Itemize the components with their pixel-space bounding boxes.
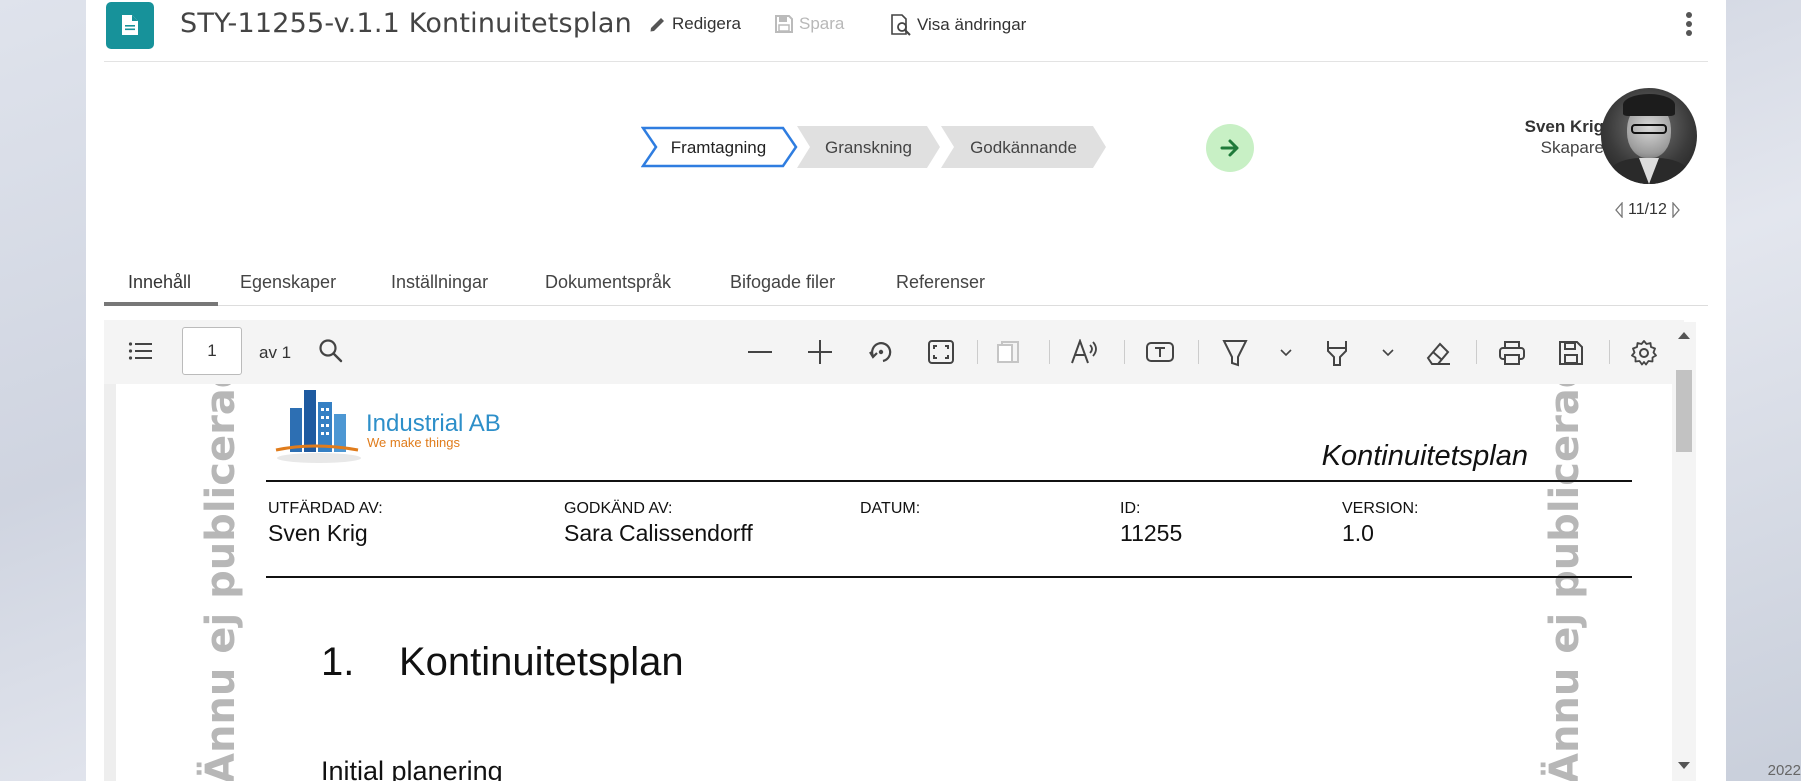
workflow-step-godkannande[interactable]: Godkännande (941, 126, 1106, 168)
arrow-right-icon (1220, 139, 1239, 157)
tab-egenskaper[interactable]: Egenskaper (240, 272, 336, 303)
chevron-left-icon[interactable] (1614, 202, 1624, 218)
eraser-icon[interactable] (1424, 340, 1452, 366)
text-box-icon[interactable] (1146, 340, 1174, 364)
viewer-scrollbar[interactable] (1672, 322, 1696, 781)
tab-bifogade-filer[interactable]: Bifogade filer (730, 272, 835, 303)
rotate-icon[interactable] (868, 339, 894, 365)
header-divider (266, 480, 1632, 482)
tab-innehall[interactable]: Innehåll (128, 272, 191, 303)
chevron-right-icon[interactable] (1671, 202, 1681, 218)
pdf-viewer: av 1 (104, 320, 1684, 781)
save-button[interactable]: Spara (774, 14, 844, 34)
page-title: STY-11255-v.1.1 Kontinuitetsplan (180, 8, 632, 39)
active-tab-indicator (104, 302, 218, 306)
save-button-label: Spara (799, 14, 845, 33)
highlighter-icon[interactable] (1222, 339, 1248, 367)
approved-by-value: Sara Calissendorff (564, 520, 753, 546)
version-label: VERSION: (1342, 500, 1419, 517)
workflow-step-granskning[interactable]: Granskning (797, 126, 940, 168)
id-value: 11255 (1120, 520, 1183, 546)
user-pager: 11/12 (1614, 201, 1681, 219)
section-number: 1. (321, 640, 355, 684)
approved-by-label: GODKÄND AV: (564, 500, 673, 517)
show-changes-label: Visa ändringar (917, 15, 1027, 34)
top-bar: STY-11255-v.1.1 Kontinuitetsplan Rediger… (104, 0, 1708, 62)
building-logo-icon (275, 390, 361, 463)
more-options-icon[interactable] (1684, 12, 1694, 38)
section-title: Kontinuitetsplan (399, 640, 684, 684)
page-view-icon (997, 341, 1019, 363)
show-changes-button[interactable]: Visa ändringar (890, 14, 1026, 36)
tab-referenser[interactable]: Referenser (896, 272, 985, 303)
user-name: Sven Krig (1524, 117, 1604, 136)
document-panel: STY-11255-v.1.1 Kontinuitetsplan Rediger… (86, 0, 1726, 781)
document-header-title: Kontinuitetsplan (1321, 440, 1528, 472)
workflow-step-framtagning[interactable]: Framtagning (641, 126, 798, 168)
scroll-thumb[interactable] (1676, 370, 1692, 452)
chevron-down-icon[interactable] (1382, 349, 1394, 357)
workflow-step-label: Framtagning (670, 138, 767, 157)
workflow-step-label: Granskning (825, 138, 912, 157)
scroll-up-icon[interactable] (1678, 332, 1690, 339)
edit-button-label: Redigera (672, 14, 741, 33)
zoom-in-icon[interactable] (808, 340, 832, 364)
issued-by-label: UTFÄRDAD AV: (268, 500, 383, 517)
document-icon (122, 15, 138, 35)
next-step-button[interactable] (1206, 124, 1254, 172)
meta-divider (266, 576, 1632, 578)
fit-page-icon[interactable] (928, 340, 954, 364)
outline-list-icon[interactable] (128, 341, 154, 361)
company-name: Industrial AB (366, 410, 501, 437)
scroll-down-icon[interactable] (1678, 762, 1690, 769)
id-label: ID: (1120, 500, 1141, 517)
chevron-down-icon[interactable] (1280, 349, 1292, 357)
issued-by-value: Sven Krig (268, 520, 368, 546)
floppy-disk-icon[interactable] (1558, 340, 1584, 366)
footer-year: 2022 (1767, 762, 1801, 779)
watermark-left: Ännu ej publicerad version (198, 384, 244, 781)
tab-installningar[interactable]: Inställningar (391, 272, 488, 303)
date-label: DATUM: (860, 500, 921, 517)
watermark-right: Ännu ej publicerad version (1542, 384, 1588, 781)
underline-marker-icon[interactable] (1324, 339, 1350, 367)
print-icon[interactable] (1498, 340, 1526, 366)
page-number-input[interactable] (182, 327, 242, 375)
avatar (1601, 88, 1697, 184)
edit-button[interactable]: Redigera (649, 14, 741, 34)
document-search-icon (891, 14, 911, 36)
page-count: av 1 (259, 343, 292, 362)
pdf-page: Ännu ej publicerad version Ännu ej publi… (116, 384, 1672, 781)
tab-dokumentsprak[interactable]: Dokumentspråk (545, 272, 671, 303)
gear-icon[interactable] (1630, 339, 1658, 367)
version-value: 1.0 (1342, 520, 1374, 546)
company-slogan: We make things (367, 435, 460, 450)
subheading: Initial planering (321, 756, 503, 781)
text-to-speech-icon[interactable] (1070, 339, 1100, 365)
pencil-icon (650, 18, 664, 32)
zoom-out-icon[interactable] (748, 350, 772, 354)
tab-bar: Innehåll Egenskaper Inställningar Dokume… (104, 264, 1708, 306)
workflow-step-label: Godkännande (970, 138, 1077, 157)
viewer-toolbar: av 1 (104, 320, 1684, 384)
user-role: Skapare (1540, 138, 1604, 157)
search-icon[interactable] (318, 338, 344, 364)
document-type-badge (106, 2, 154, 49)
floppy-disk-icon (775, 15, 793, 33)
user-pager-count: 11/12 (1628, 201, 1667, 218)
